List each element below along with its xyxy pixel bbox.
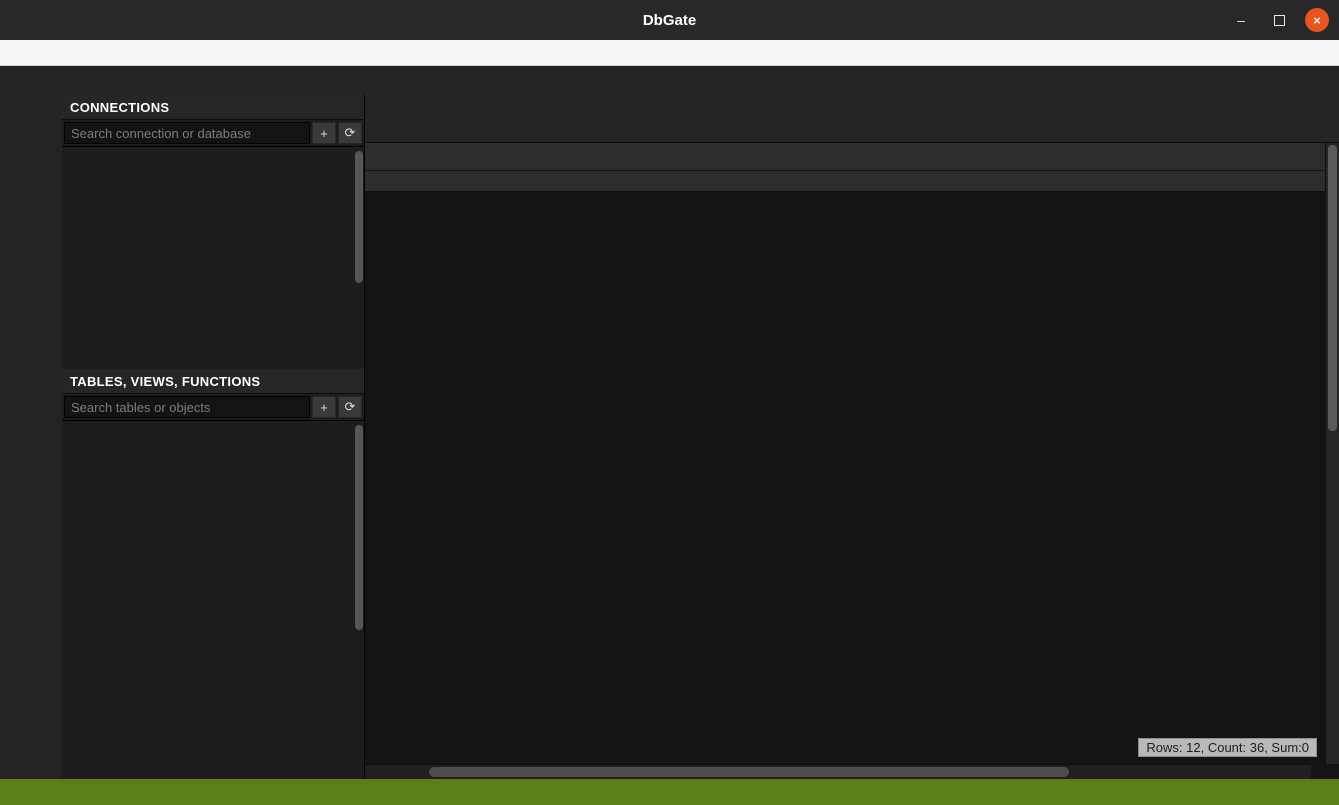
connections-header: CONNECTIONS	[62, 95, 364, 120]
tables-add-button[interactable]: +	[312, 396, 336, 418]
connections-search-input[interactable]	[64, 122, 310, 144]
tab-group-row	[365, 95, 1339, 112]
dbgate-window: DbGate – × CONNECTIONS + ⟳ TABLES, VIEWS…	[0, 0, 1339, 805]
horizontal-scroll-thumb[interactable]	[429, 767, 1069, 777]
content-area: Rows: 12, Count: 36, Sum:0	[365, 95, 1339, 779]
vertical-scrollbar[interactable]	[1325, 143, 1339, 764]
data-grid: Rows: 12, Count: 36, Sum:0	[365, 143, 1339, 779]
tables-search-input[interactable]	[64, 396, 310, 418]
tables-scrollbar[interactable]	[355, 425, 363, 630]
grid-body	[365, 192, 1325, 764]
minimize-button[interactable]: –	[1229, 8, 1253, 32]
connections-search-row: + ⟳	[62, 120, 364, 147]
main-area: CONNECTIONS + ⟳ TABLES, VIEWS, FUNCTIONS…	[0, 95, 1339, 779]
close-button[interactable]: ×	[1305, 8, 1329, 32]
toolbar	[0, 66, 1339, 95]
menu-bar	[0, 40, 1339, 66]
connections-add-button[interactable]: +	[312, 122, 336, 144]
tables-search-row: + ⟳	[62, 394, 364, 421]
window-controls: – ×	[1229, 0, 1329, 40]
title-bar: DbGate – ×	[0, 0, 1339, 40]
connections-refresh-button[interactable]: ⟳	[338, 122, 362, 144]
tables-tree	[62, 421, 364, 779]
maximize-icon	[1274, 15, 1285, 26]
vertical-scroll-thumb[interactable]	[1328, 145, 1337, 431]
connections-list	[62, 147, 364, 369]
tab-bar	[365, 112, 1339, 143]
activity-bar	[0, 95, 62, 779]
window-title: DbGate	[643, 12, 696, 29]
tables-header: TABLES, VIEWS, FUNCTIONS	[62, 369, 364, 394]
horizontal-scrollbar[interactable]	[365, 764, 1311, 779]
grid-header-row	[365, 143, 1325, 171]
tables-refresh-button[interactable]: ⟳	[338, 396, 362, 418]
grid-filter-row	[365, 171, 1325, 192]
selection-summary-badge: Rows: 12, Count: 36, Sum:0	[1138, 738, 1317, 757]
connections-scrollbar[interactable]	[355, 151, 363, 283]
maximize-button[interactable]	[1267, 8, 1291, 32]
status-bar	[0, 779, 1339, 805]
left-panel: CONNECTIONS + ⟳ TABLES, VIEWS, FUNCTIONS…	[62, 95, 365, 779]
